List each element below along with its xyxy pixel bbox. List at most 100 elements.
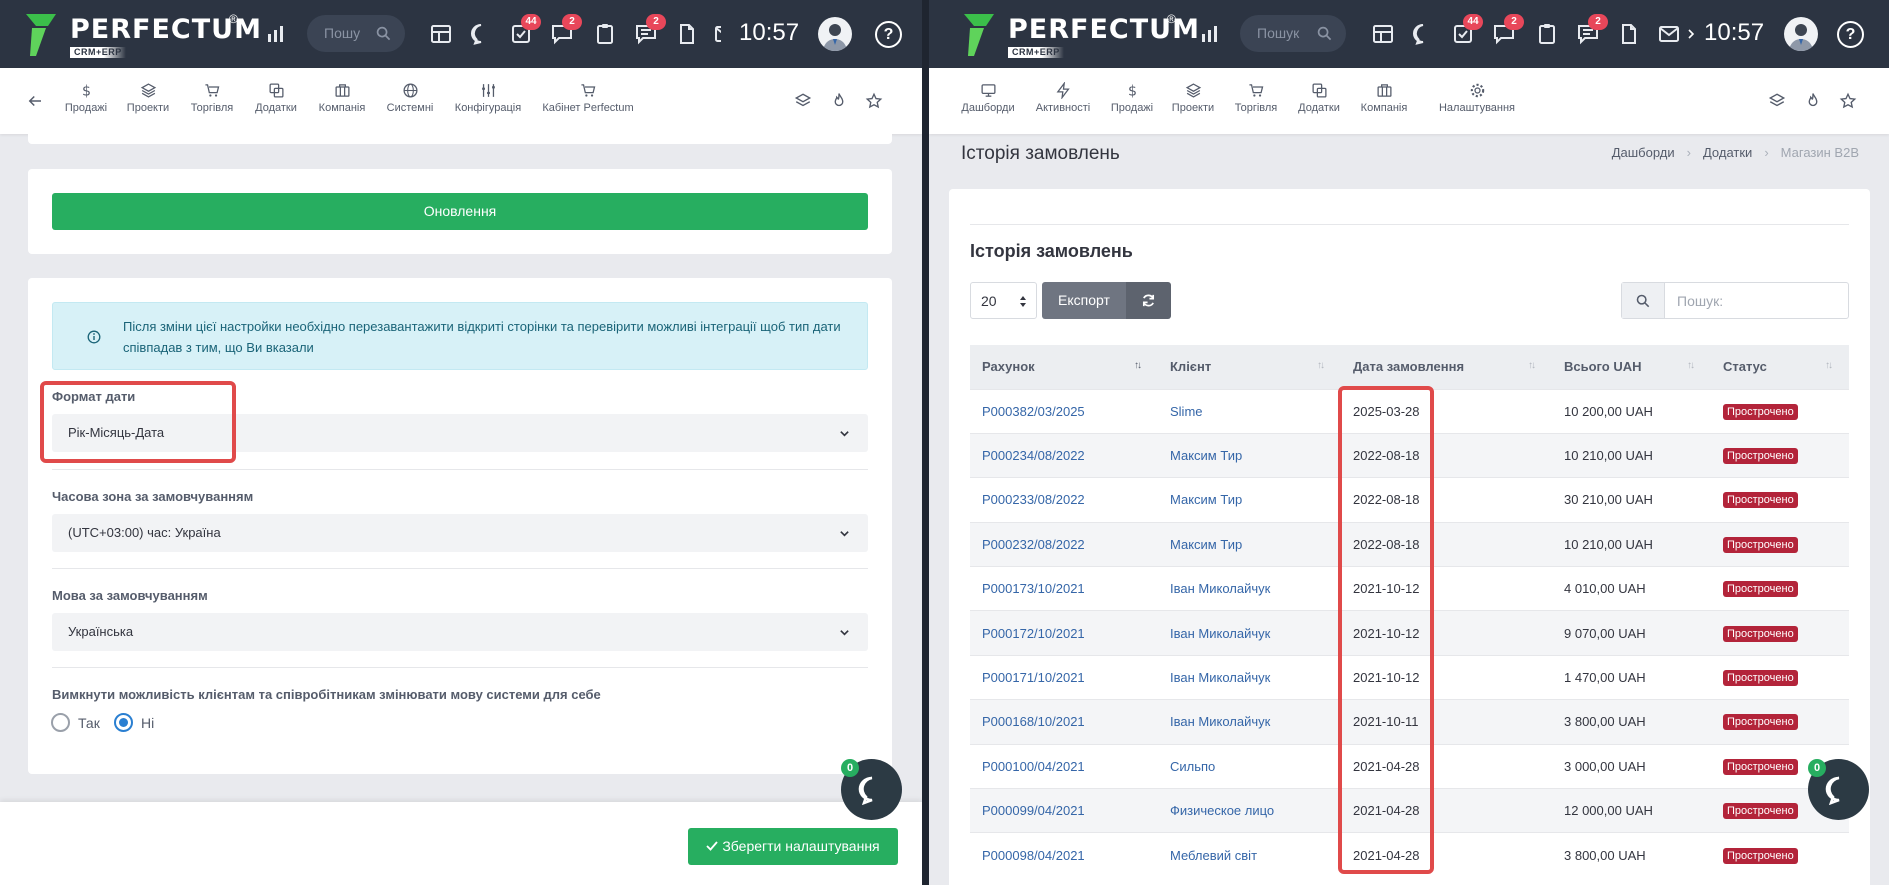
client-link[interactable]: Іван Миколайчук	[1170, 714, 1270, 729]
invoice-link[interactable]: P000099/04/2021	[982, 803, 1085, 818]
avatar[interactable]	[818, 17, 852, 51]
star-icon[interactable]	[1839, 92, 1857, 110]
settings-window: PERFECTUM ® CRM+ERP Пошу 44 2 2 10:57 ? …	[0, 0, 922, 885]
nav-perfectum-cabinet[interactable]: Кабінет Perfectum	[540, 82, 636, 114]
avatar[interactable]	[1784, 17, 1818, 51]
help-icon[interactable]: ?	[875, 21, 902, 48]
brand-logo[interactable]: PERFECTUM ® CRM+ERP	[964, 12, 1199, 58]
chat-widget[interactable]: 0	[841, 759, 902, 820]
refresh-button[interactable]	[1126, 282, 1171, 319]
column-header-status[interactable]: Статус ↑↓	[1711, 345, 1849, 389]
client-link[interactable]: Іван Миколайчук	[1170, 626, 1270, 641]
chat-widget[interactable]: 0	[1808, 759, 1869, 820]
top-search[interactable]: Пошу	[307, 15, 405, 52]
comments-icon[interactable]: 2	[1492, 14, 1524, 46]
client-link[interactable]: Максим Тир	[1170, 537, 1242, 552]
column-header-invoice[interactable]: Рахунок ↑↓	[970, 345, 1158, 389]
status-badge: Прострочено	[1723, 847, 1798, 864]
chat-bubble-icon[interactable]	[1411, 22, 1435, 46]
invoice-link[interactable]: P000100/04/2021	[982, 759, 1085, 774]
nav-sales[interactable]: Продажі	[1110, 82, 1154, 114]
tasks-icon[interactable]: 44	[1451, 14, 1483, 46]
top-search[interactable]: Пошук	[1240, 15, 1346, 52]
star-icon[interactable]	[865, 92, 883, 110]
fire-icon[interactable]	[830, 92, 848, 110]
table-search-input[interactable]: Пошук:	[1621, 282, 1849, 319]
nav-addons[interactable]: Додатки	[252, 82, 300, 114]
column-header-client[interactable]: Клієнт ↑↓	[1158, 345, 1341, 389]
client-link[interactable]: Іван Миколайчук	[1170, 581, 1270, 596]
cell-client: Іван Миколайчук	[1158, 699, 1341, 745]
nav-settings[interactable]: Налаштування	[1437, 82, 1517, 114]
client-link[interactable]: Максим Тир	[1170, 448, 1242, 463]
invoice-link[interactable]: P000232/08/2022	[982, 537, 1085, 552]
help-icon[interactable]: ?	[1837, 21, 1864, 48]
nav-system[interactable]: Системні	[383, 82, 437, 114]
client-link[interactable]: Іван Миколайчук	[1170, 670, 1270, 685]
file-icon[interactable]	[1617, 22, 1641, 46]
client-link[interactable]: Максим Тир	[1170, 492, 1242, 507]
column-header-order-date[interactable]: Дата замовлення ↑↓	[1341, 345, 1552, 389]
nav-projects[interactable]: Проекти	[1169, 82, 1217, 114]
sliders-icon	[480, 82, 497, 99]
file-icon[interactable]	[675, 22, 699, 46]
client-link[interactable]: Меблевий світ	[1170, 848, 1257, 863]
invoice-link[interactable]: P000234/08/2022	[982, 448, 1085, 463]
stack-icon[interactable]	[794, 92, 812, 110]
radio-yes[interactable]	[51, 713, 70, 732]
client-link[interactable]: Физическое лицо	[1170, 803, 1274, 818]
client-link[interactable]: Slime	[1170, 404, 1203, 419]
stats-icon[interactable]	[1199, 22, 1223, 46]
mail-icon[interactable]	[713, 22, 721, 46]
back-arrow-icon[interactable]	[26, 92, 44, 110]
notes-icon[interactable]: 2	[634, 14, 666, 46]
nav-trade[interactable]: Торгівля	[1231, 82, 1281, 114]
invoice-link[interactable]: P000168/10/2021	[982, 714, 1085, 729]
invoice-link[interactable]: P000382/03/2025	[982, 404, 1085, 419]
invoice-link[interactable]: P000233/08/2022	[982, 492, 1085, 507]
nav-configuration[interactable]: Конфігурація	[452, 82, 524, 114]
nav-company[interactable]: Компанія	[316, 82, 368, 114]
client-link[interactable]: Сильпо	[1170, 759, 1215, 774]
save-settings-button[interactable]: Зберегти налаштування	[688, 828, 898, 865]
nav-dashboards[interactable]: Дашборди	[960, 82, 1016, 114]
clipboard-icon[interactable]	[1535, 22, 1559, 46]
column-header-total[interactable]: Всього UAH ↑↓	[1552, 345, 1711, 389]
breadcrumb-item[interactable]: Дашборди	[1612, 145, 1675, 160]
radio-no[interactable]	[114, 713, 133, 732]
invoice-link[interactable]: P000171/10/2021	[982, 670, 1085, 685]
stats-icon[interactable]	[265, 22, 289, 46]
nav-sales[interactable]: Продажі	[64, 82, 108, 114]
table-title: Історія замовлень	[970, 241, 1133, 261]
update-button[interactable]: Оновлення	[52, 193, 868, 230]
comments-icon[interactable]: 2	[550, 14, 582, 46]
fire-icon[interactable]	[1804, 92, 1822, 110]
cell-total: 10 210,00 UAH	[1552, 432, 1711, 478]
stack-icon[interactable]	[1768, 92, 1786, 110]
nav-company[interactable]: Компанія	[1358, 82, 1410, 114]
nav-label: Торгівля	[190, 102, 234, 114]
nav-trade[interactable]: Торгівля	[187, 82, 237, 114]
chevron-right-icon[interactable]	[1687, 29, 1695, 39]
breadcrumb-separator: ›	[1764, 145, 1769, 160]
export-button[interactable]: Експорт	[1042, 282, 1126, 319]
notes-icon[interactable]: 2	[1576, 14, 1608, 46]
page-size-select[interactable]: 20	[970, 282, 1037, 319]
invoice-link[interactable]: P000173/10/2021	[982, 581, 1085, 596]
invoice-link[interactable]: P000172/10/2021	[982, 626, 1085, 641]
nav-projects[interactable]: Проекти	[124, 82, 172, 114]
invoice-link[interactable]: P000098/04/2021	[982, 848, 1085, 863]
table-icon[interactable]	[429, 22, 453, 46]
clipboard-icon[interactable]	[593, 22, 617, 46]
language-select[interactable]: Українська	[52, 613, 868, 651]
breadcrumb-item[interactable]: Додатки	[1703, 145, 1752, 160]
chat-bubble-icon[interactable]	[469, 22, 493, 46]
brand-logo[interactable]: PERFECTUM ® CRM+ERP	[26, 12, 261, 58]
tasks-icon[interactable]: 44	[509, 14, 541, 46]
globe-icon	[402, 82, 419, 99]
mail-icon[interactable]	[1657, 22, 1681, 46]
timezone-select[interactable]: (UTC+03:00) час: Україна	[52, 514, 868, 552]
table-icon[interactable]	[1371, 22, 1395, 46]
nav-addons[interactable]: Додатки	[1295, 82, 1343, 114]
nav-activities[interactable]: Активності	[1033, 82, 1093, 114]
